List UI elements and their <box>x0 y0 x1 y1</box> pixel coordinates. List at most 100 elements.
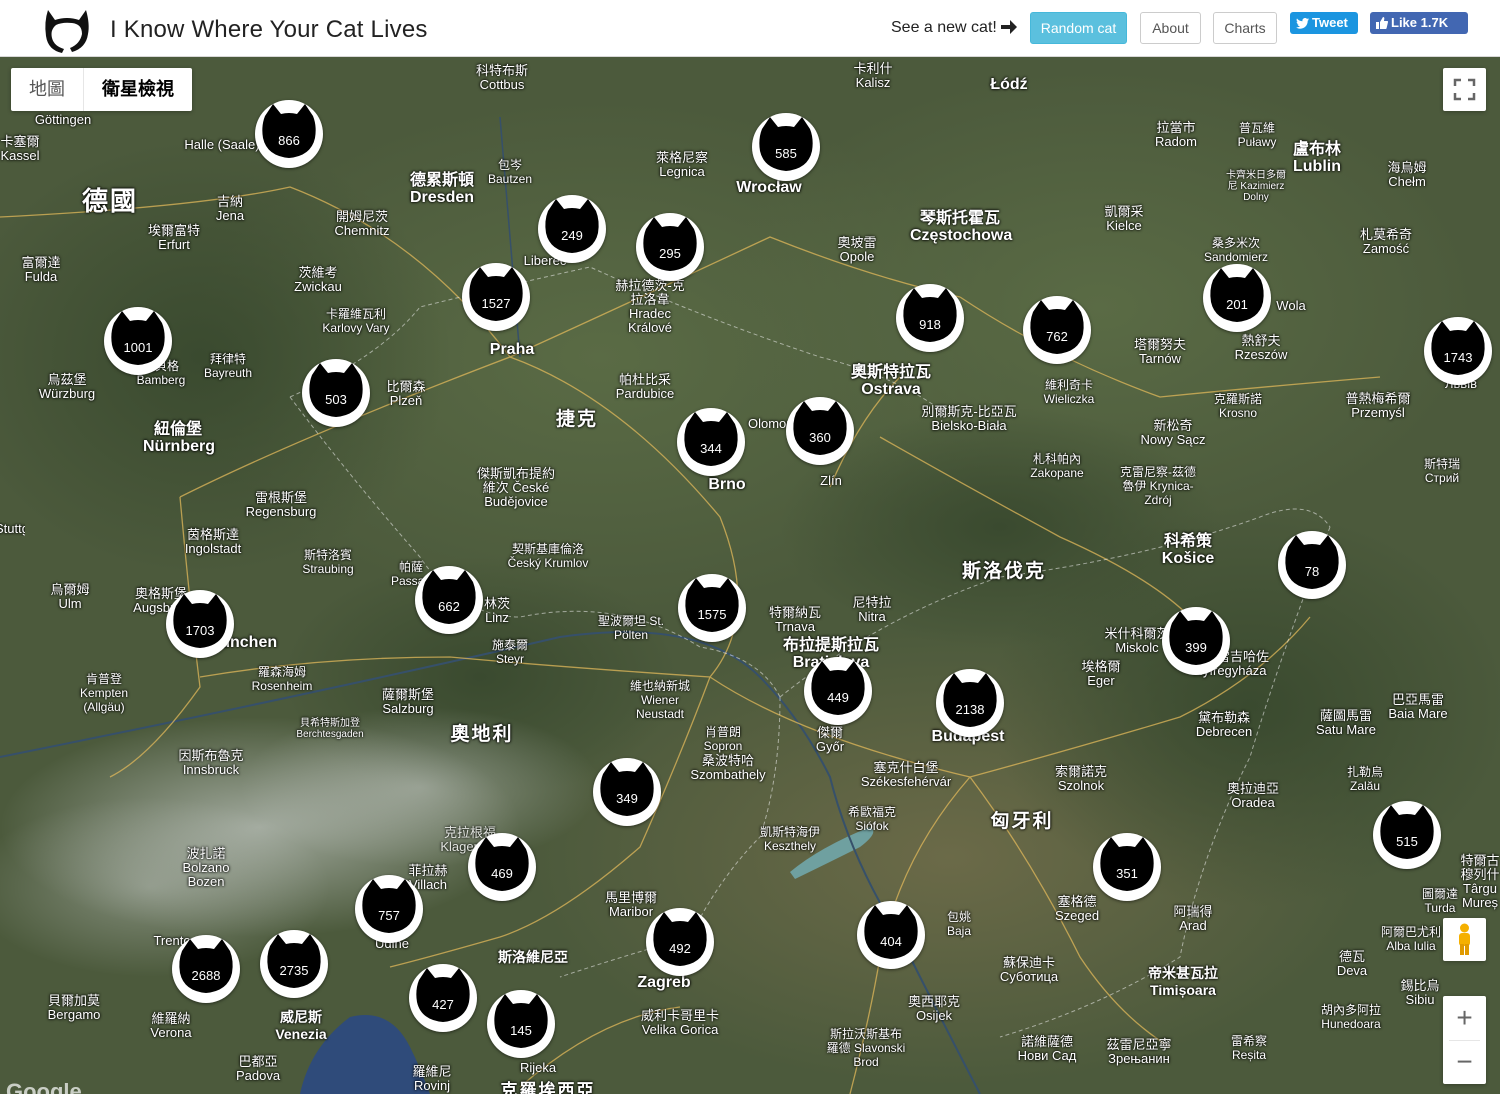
cat-marker[interactable]: 2735 <box>260 930 328 998</box>
satellite-map[interactable]: Göttingen 卡塞爾 Kassel Halle (Saale) 德國 吉納… <box>0 57 1500 1094</box>
place-label: 萊格尼察 Legnica <box>655 150 708 179</box>
zoom-control: + − <box>1443 996 1486 1084</box>
facebook-like-button[interactable]: Like 1.7K <box>1370 12 1468 34</box>
place-label: 開姆尼茨 Chemnitz <box>334 209 390 238</box>
cat-marker[interactable]: 351 <box>1093 833 1161 901</box>
place-label: 德累斯頓 Dresden <box>409 172 475 206</box>
cat-marker-count: 469 <box>491 866 513 881</box>
place-label: 維羅納 Verona <box>150 1011 192 1040</box>
cat-marker[interactable]: 344 <box>677 408 745 476</box>
street-view-pegman-button[interactable] <box>1443 918 1486 961</box>
place-label: 波扎諾 Bolzano Bozen <box>182 846 230 889</box>
place-label: 帝米甚瓦拉 Timișoara <box>1148 965 1218 998</box>
place-label: 卡羅維瓦利 Karlovy Vary <box>322 307 390 335</box>
country-label: 奧地利 <box>450 724 514 745</box>
cat-marker[interactable]: 1527 <box>462 263 530 331</box>
place-label: 札莫希奇 Zamość <box>1359 227 1412 256</box>
cat-marker[interactable]: 2138 <box>936 669 1004 737</box>
app-title[interactable]: I Know Where Your Cat Lives <box>110 16 428 44</box>
place-label: Praha <box>489 341 535 358</box>
cat-marker[interactable]: 1575 <box>678 574 746 642</box>
place-label: 桑多米次 Sandomierz <box>1203 236 1269 264</box>
pegman-icon <box>1459 923 1470 955</box>
place-label: 雷希察 Reșita <box>1230 1034 1267 1062</box>
place-label: 奧拉迪亞 Oradea <box>1226 781 1279 810</box>
cat-marker[interactable]: 427 <box>409 964 477 1032</box>
place-label: Wrocław <box>736 179 802 196</box>
cat-marker-count: 662 <box>438 599 460 614</box>
zoom-in-button[interactable]: + <box>1443 996 1486 1040</box>
place-label: 海烏姆 Chełm <box>1387 160 1427 189</box>
place-label: 熱舒夫 Rzeszów <box>1234 333 1288 362</box>
place-label: Zagreb <box>637 974 691 991</box>
place-label: 斯拉沃斯基布羅德 Slavonski Brod <box>826 1027 906 1069</box>
cat-marker[interactable]: 295 <box>636 213 704 281</box>
fullscreen-button[interactable] <box>1443 68 1486 111</box>
place-label: Łódź <box>990 76 1028 93</box>
place-label: 富爾達 Fulda <box>21 255 61 284</box>
cat-marker[interactable]: 1703 <box>166 590 234 658</box>
place-label: 烏茲堡 Würzburg <box>38 372 96 401</box>
cat-marker[interactable]: 866 <box>255 100 323 168</box>
place-label: 桑波特哈 Szombathely <box>690 753 766 782</box>
cat-marker[interactable]: 515 <box>1373 801 1441 869</box>
map-type-satellite-button[interactable]: 衛星檢視 <box>83 68 192 111</box>
cat-marker[interactable]: 1001 <box>104 307 172 375</box>
cat-logo-icon[interactable] <box>42 8 92 54</box>
place-label: 傑斯凱布提約維次 České Budějovice <box>476 466 555 509</box>
cat-marker[interactable]: 762 <box>1023 296 1091 364</box>
country-label: 克羅埃西亞 <box>500 1081 596 1094</box>
zoom-out-button[interactable]: − <box>1443 1040 1486 1084</box>
cat-marker[interactable]: 360 <box>786 397 854 465</box>
place-label: Zlín <box>820 473 842 488</box>
cat-marker-count: 344 <box>700 441 722 456</box>
cat-marker[interactable]: 399 <box>1162 607 1230 675</box>
place-label: 埃爾富特 Erfurt <box>147 223 200 252</box>
tweet-button[interactable]: Tweet <box>1290 12 1358 34</box>
charts-button[interactable]: Charts <box>1213 12 1277 44</box>
cat-marker-count: 295 <box>659 246 681 261</box>
random-cat-button[interactable]: Random cat <box>1030 12 1127 44</box>
place-label: 卡利什 Kalisz <box>853 61 893 90</box>
place-label: 斯特洛賓 Straubing <box>302 548 354 576</box>
place-label: 因斯布魯克 Innsbruck <box>178 748 244 777</box>
cat-marker[interactable]: 404 <box>857 901 925 969</box>
cat-marker[interactable]: 249 <box>538 195 606 263</box>
place-label: 貝爾加莫 Bergamo <box>47 993 101 1022</box>
cat-marker[interactable]: 585 <box>752 113 820 181</box>
place-label: 別爾斯克-比亞瓦 Bielsko-Biała <box>921 404 1017 433</box>
place-label: 赫拉德茨-克拉洛韋 Hradec Králové <box>615 278 685 335</box>
cat-marker[interactable]: 1743 <box>1424 317 1492 385</box>
place-label: 札科帕內 Zakopane <box>1030 452 1084 480</box>
cat-marker[interactable]: 201 <box>1203 264 1271 332</box>
cat-marker-count: 585 <box>775 146 797 161</box>
cat-marker[interactable]: 918 <box>896 284 964 352</box>
cat-marker[interactable]: 78 <box>1278 531 1346 599</box>
place-label: 新松奇 Nowy Sącz <box>1140 418 1206 447</box>
cat-marker[interactable]: 503 <box>302 359 370 427</box>
about-button[interactable]: About <box>1140 12 1201 44</box>
cat-marker[interactable]: 492 <box>646 908 714 976</box>
twitter-bird-icon <box>1296 18 1309 29</box>
cat-marker[interactable]: 662 <box>415 566 483 634</box>
place-label: 卡齊米日多爾尼 Kazimierz Dolny <box>1226 170 1286 203</box>
place-label: 維也納新城 Wiener Neustadt <box>629 679 690 721</box>
cat-marker-count: 249 <box>561 228 583 243</box>
cat-marker-count: 404 <box>880 934 902 949</box>
place-label: 克羅斯諾 Krosno <box>1213 392 1262 420</box>
place-label: 圖爾達 Turda <box>1421 887 1458 915</box>
cat-marker[interactable]: 2688 <box>172 935 240 1003</box>
cat-marker-count: 201 <box>1226 297 1248 312</box>
fullscreen-icon <box>1453 78 1476 101</box>
thumbs-up-icon <box>1376 17 1389 29</box>
cat-marker[interactable]: 757 <box>355 875 423 943</box>
place-label: 貝希特斯加登 Berchtesgaden <box>296 718 364 740</box>
cat-marker[interactable]: 349 <box>593 758 661 826</box>
map-type-map-button[interactable]: 地圖 <box>11 68 83 111</box>
cat-marker[interactable]: 145 <box>487 990 555 1058</box>
place-label: 維利奇卡 Wieliczka <box>1043 378 1095 406</box>
place-label: 諾維薩德 Нови Сад <box>1017 1034 1077 1063</box>
cat-marker[interactable]: 449 <box>804 657 872 725</box>
place-label: 奧坡雷 Opole <box>837 235 877 264</box>
cat-marker[interactable]: 469 <box>468 833 536 901</box>
